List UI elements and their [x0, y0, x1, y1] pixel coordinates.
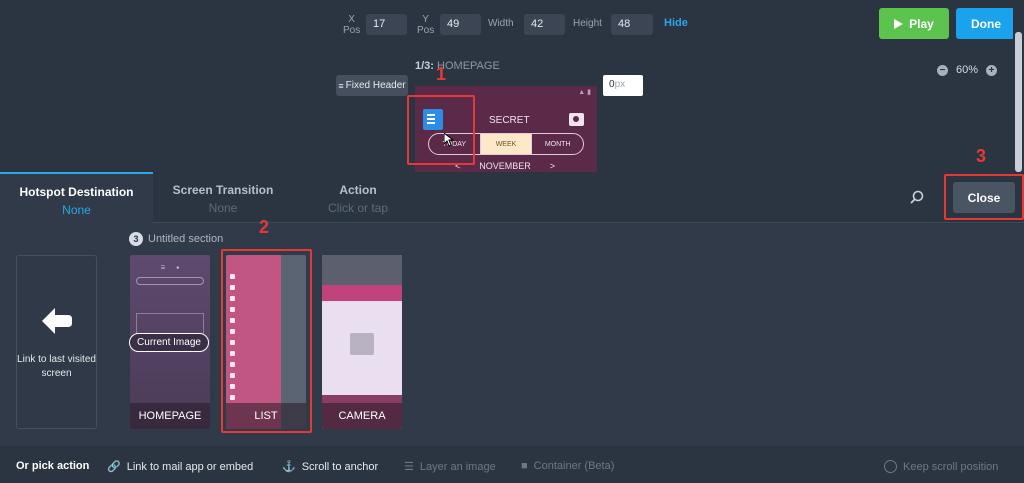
- action-layer-image[interactable]: ☰ Layer an image: [404, 460, 496, 474]
- tab-action[interactable]: Action Click or tap: [293, 172, 423, 223]
- screen-name-homepage: HOMEPAGE: [130, 403, 210, 429]
- zoom-in-icon[interactable]: +: [986, 64, 998, 76]
- panel-tabs: Hotspot Destination None Screen Transiti…: [0, 172, 1024, 223]
- section-count-badge: 3: [129, 232, 143, 246]
- fixed-header-icon: ≡: [338, 80, 344, 91]
- segment-week: WEEK: [480, 134, 533, 154]
- play-label: Play: [909, 16, 934, 31]
- zoom-level: 60%: [956, 64, 979, 76]
- app-title: SECRET: [489, 115, 530, 126]
- height-label: Height: [573, 18, 602, 29]
- anchor-icon: ⚓: [282, 461, 296, 473]
- keep-scroll-toggle[interactable]: Keep scroll position: [884, 460, 998, 473]
- segment-month: MONTH: [544, 140, 571, 148]
- container-icon: ■: [521, 460, 528, 472]
- y-pos-label: Y Pos: [417, 14, 435, 36]
- y-pos-input[interactable]: 49: [440, 14, 481, 35]
- layers-icon: ☰: [404, 461, 414, 473]
- screen-name-camera: CAMERA: [322, 403, 402, 429]
- play-icon: [894, 18, 904, 29]
- annotation-box-2: [221, 249, 312, 433]
- zoom-control: − 60% +: [937, 64, 998, 76]
- hide-link[interactable]: Hide: [664, 17, 688, 29]
- search-icon[interactable]: [910, 190, 924, 204]
- link-last-visited-label: Link to last visited screen: [17, 354, 96, 379]
- radio-icon: [884, 460, 897, 473]
- next-month: >: [549, 161, 555, 171]
- screen-thumb-camera[interactable]: CAMERA: [322, 255, 402, 429]
- height-input[interactable]: 48: [611, 14, 653, 35]
- header-px-input[interactable]: 0px: [603, 75, 643, 96]
- annotation-number-2: 2: [259, 217, 270, 237]
- annotation-number-3: 3: [976, 146, 987, 166]
- thumb-camera-toolbar: [322, 285, 402, 301]
- done-button[interactable]: Done: [956, 8, 1016, 39]
- action-container[interactable]: ■ Container (Beta): [521, 460, 614, 472]
- action-link-mail[interactable]: 🔗 Link to mail app or embed: [107, 460, 253, 474]
- canvas-scrollbar[interactable]: [1013, 0, 1024, 172]
- camera-icon: [569, 113, 584, 126]
- play-button[interactable]: Play: [879, 8, 949, 39]
- width-input[interactable]: 42: [524, 14, 565, 35]
- tab-hotspot-destination[interactable]: Hotspot Destination None: [0, 172, 153, 223]
- scrollbar-thumb[interactable]: [1015, 32, 1022, 172]
- thumb-home-content: ☰ ●: [136, 265, 204, 285]
- fixed-header-button[interactable]: ≡ Fixed Header: [336, 75, 408, 96]
- x-pos-label: X Pos: [343, 14, 361, 36]
- current-image-badge: Current Image: [129, 333, 209, 352]
- width-label: Width: [488, 18, 514, 29]
- pick-action-label: Or pick action: [16, 460, 90, 472]
- annotation-number-1: 1: [436, 64, 447, 84]
- section-title: Untitled section: [148, 233, 224, 245]
- x-pos-input[interactable]: 17: [366, 14, 407, 35]
- action-scroll-anchor[interactable]: ⚓ Scroll to anchor: [282, 460, 378, 474]
- tab-screen-transition[interactable]: Screen Transition None: [153, 172, 293, 223]
- annotation-box-3: [944, 174, 1024, 220]
- annotation-box-1: [407, 95, 475, 165]
- back-arrow-icon: [41, 308, 72, 334]
- month-label: NOVEMBER: [479, 161, 531, 171]
- status-bar-icons: ▲ ▮: [578, 89, 591, 96]
- zoom-out-icon[interactable]: −: [937, 64, 948, 76]
- image-placeholder-icon: [350, 333, 374, 355]
- section-header: 3 Untitled section: [129, 232, 223, 246]
- screen-title: 1/3: HOMEPAGE: [415, 60, 500, 72]
- link-last-visited-card[interactable]: Link to last visited screen: [16, 255, 97, 429]
- link-icon: 🔗: [107, 461, 121, 473]
